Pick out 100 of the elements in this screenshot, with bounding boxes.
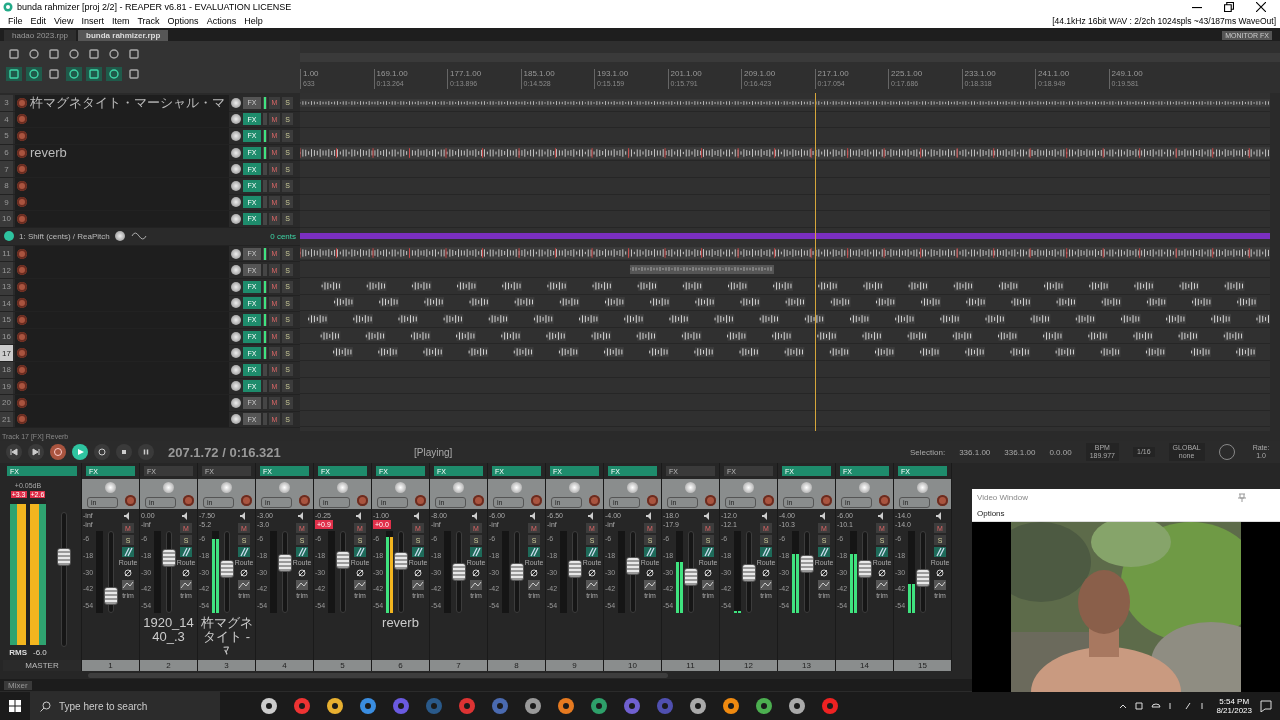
record-arm-button[interactable] (357, 495, 368, 506)
menu-item[interactable]: Options (977, 509, 1005, 518)
pan-knob[interactable] (685, 482, 696, 493)
menu-item[interactable]: Item (107, 16, 134, 26)
record-arm-button[interactable] (299, 495, 310, 506)
app-icon[interactable] (491, 697, 509, 715)
app-icon[interactable] (392, 697, 410, 715)
project-tab[interactable]: hadao 2023.rpp (4, 30, 77, 41)
track-number[interactable]: 17 (0, 345, 13, 361)
channel-number[interactable]: 10 (604, 660, 661, 671)
record-arm-icon[interactable] (17, 213, 27, 224)
volume-knob[interactable] (231, 164, 241, 175)
record-arm-button[interactable] (937, 495, 948, 506)
menu-item[interactable]: File (4, 16, 27, 26)
pan-knob[interactable] (743, 482, 754, 493)
track-number[interactable]: 10 (0, 211, 13, 227)
volume-fader[interactable] (915, 569, 930, 588)
volume-fader[interactable] (219, 559, 234, 578)
record-arm-icon[interactable] (17, 147, 27, 158)
volume-knob[interactable] (231, 265, 241, 276)
volume-fader[interactable] (335, 550, 350, 569)
record-arm-button[interactable] (763, 495, 774, 506)
phase-icon[interactable] (296, 568, 308, 578)
automation-icon[interactable] (528, 580, 540, 590)
volume-knob[interactable] (231, 414, 241, 425)
volume-fader[interactable] (567, 559, 582, 578)
record-arm-icon[interactable] (17, 248, 27, 259)
windows-start-icon[interactable] (9, 700, 21, 712)
notification-icon[interactable] (1260, 700, 1272, 712)
record-arm-icon[interactable] (17, 281, 27, 292)
pan-knob[interactable] (453, 482, 464, 493)
track-name-field[interactable] (15, 111, 229, 128)
route-icon[interactable] (238, 547, 250, 557)
phase-icon[interactable] (354, 568, 366, 578)
record-arm-icon[interactable] (17, 414, 27, 425)
automation-icon[interactable] (760, 580, 772, 590)
record-arm-button[interactable] (589, 495, 600, 506)
menu-item[interactable]: Insert (77, 16, 108, 26)
scrollbar[interactable] (1270, 93, 1280, 431)
play-button[interactable] (72, 444, 88, 460)
automation-icon[interactable] (876, 580, 888, 590)
volume-fader[interactable] (625, 556, 640, 575)
volume-knob[interactable] (231, 131, 241, 141)
record-arm-icon[interactable] (17, 265, 27, 276)
record-arm-icon[interactable] (17, 381, 27, 392)
app-icon[interactable] (557, 697, 575, 715)
channel-number[interactable]: 11 (662, 660, 719, 671)
record-arm-button[interactable] (241, 495, 252, 506)
app-icon[interactable] (788, 697, 806, 715)
channel-number[interactable]: 12 (720, 660, 777, 671)
menu-item[interactable]: Actions (202, 16, 241, 26)
record-arm-button[interactable] (705, 495, 716, 506)
volume-knob[interactable] (231, 348, 241, 359)
mixer-tab[interactable]: Mixer (4, 680, 32, 690)
phase-icon[interactable] (644, 568, 656, 578)
volume-knob[interactable] (231, 197, 241, 208)
record-arm-icon[interactable] (17, 397, 27, 408)
record-arm-icon[interactable] (17, 164, 27, 175)
track-name-field[interactable] (15, 378, 229, 395)
menu-item[interactable]: Help (240, 16, 267, 26)
record-arm-icon[interactable] (17, 114, 27, 125)
route-icon[interactable] (180, 547, 192, 557)
volume-fader[interactable] (509, 563, 524, 581)
record-button[interactable] (50, 444, 66, 460)
track-number[interactable]: 20 (0, 395, 13, 411)
volume-fader[interactable] (161, 549, 176, 568)
pan-knob[interactable] (859, 482, 870, 493)
channel-number[interactable]: 6 (372, 660, 429, 671)
record-arm-icon[interactable] (17, 197, 27, 208)
app-icon[interactable] (623, 697, 641, 715)
track-name-field[interactable] (15, 262, 229, 279)
volume-fader[interactable] (103, 586, 118, 605)
record-arm-icon[interactable] (17, 364, 27, 375)
track-name-field[interactable] (15, 345, 229, 362)
track-number[interactable]: 5 (0, 128, 13, 144)
app-icon[interactable] (524, 697, 542, 715)
phase-icon[interactable] (180, 568, 192, 578)
stop-button[interactable] (116, 444, 132, 460)
volume-fader[interactable] (683, 567, 698, 586)
route-icon[interactable] (934, 547, 946, 557)
volume-knob[interactable] (231, 248, 241, 259)
phase-icon[interactable] (818, 568, 830, 578)
automation-icon[interactable] (296, 580, 308, 590)
volume-knob[interactable] (231, 314, 241, 325)
route-icon[interactable] (296, 547, 308, 557)
automation-icon[interactable] (412, 580, 424, 590)
app-icon[interactable] (458, 697, 476, 715)
pan-knob[interactable] (337, 482, 348, 493)
record-arm-button[interactable] (415, 495, 426, 506)
track-name-field[interactable] (15, 194, 229, 211)
channel-number[interactable]: 4 (256, 660, 313, 671)
search-field[interactable]: Type here to search (30, 692, 220, 720)
automation-icon[interactable] (818, 580, 830, 590)
track-name-field[interactable]: 杵マグネタイト・マーシャル・マ (15, 94, 229, 111)
phase-icon[interactable] (470, 568, 482, 578)
pan-knob[interactable] (221, 482, 232, 493)
track-number[interactable]: 3 (0, 95, 13, 111)
app-icon[interactable] (590, 697, 608, 715)
channel-number[interactable]: 14 (836, 660, 893, 671)
channel-number[interactable]: 5 (314, 660, 371, 671)
